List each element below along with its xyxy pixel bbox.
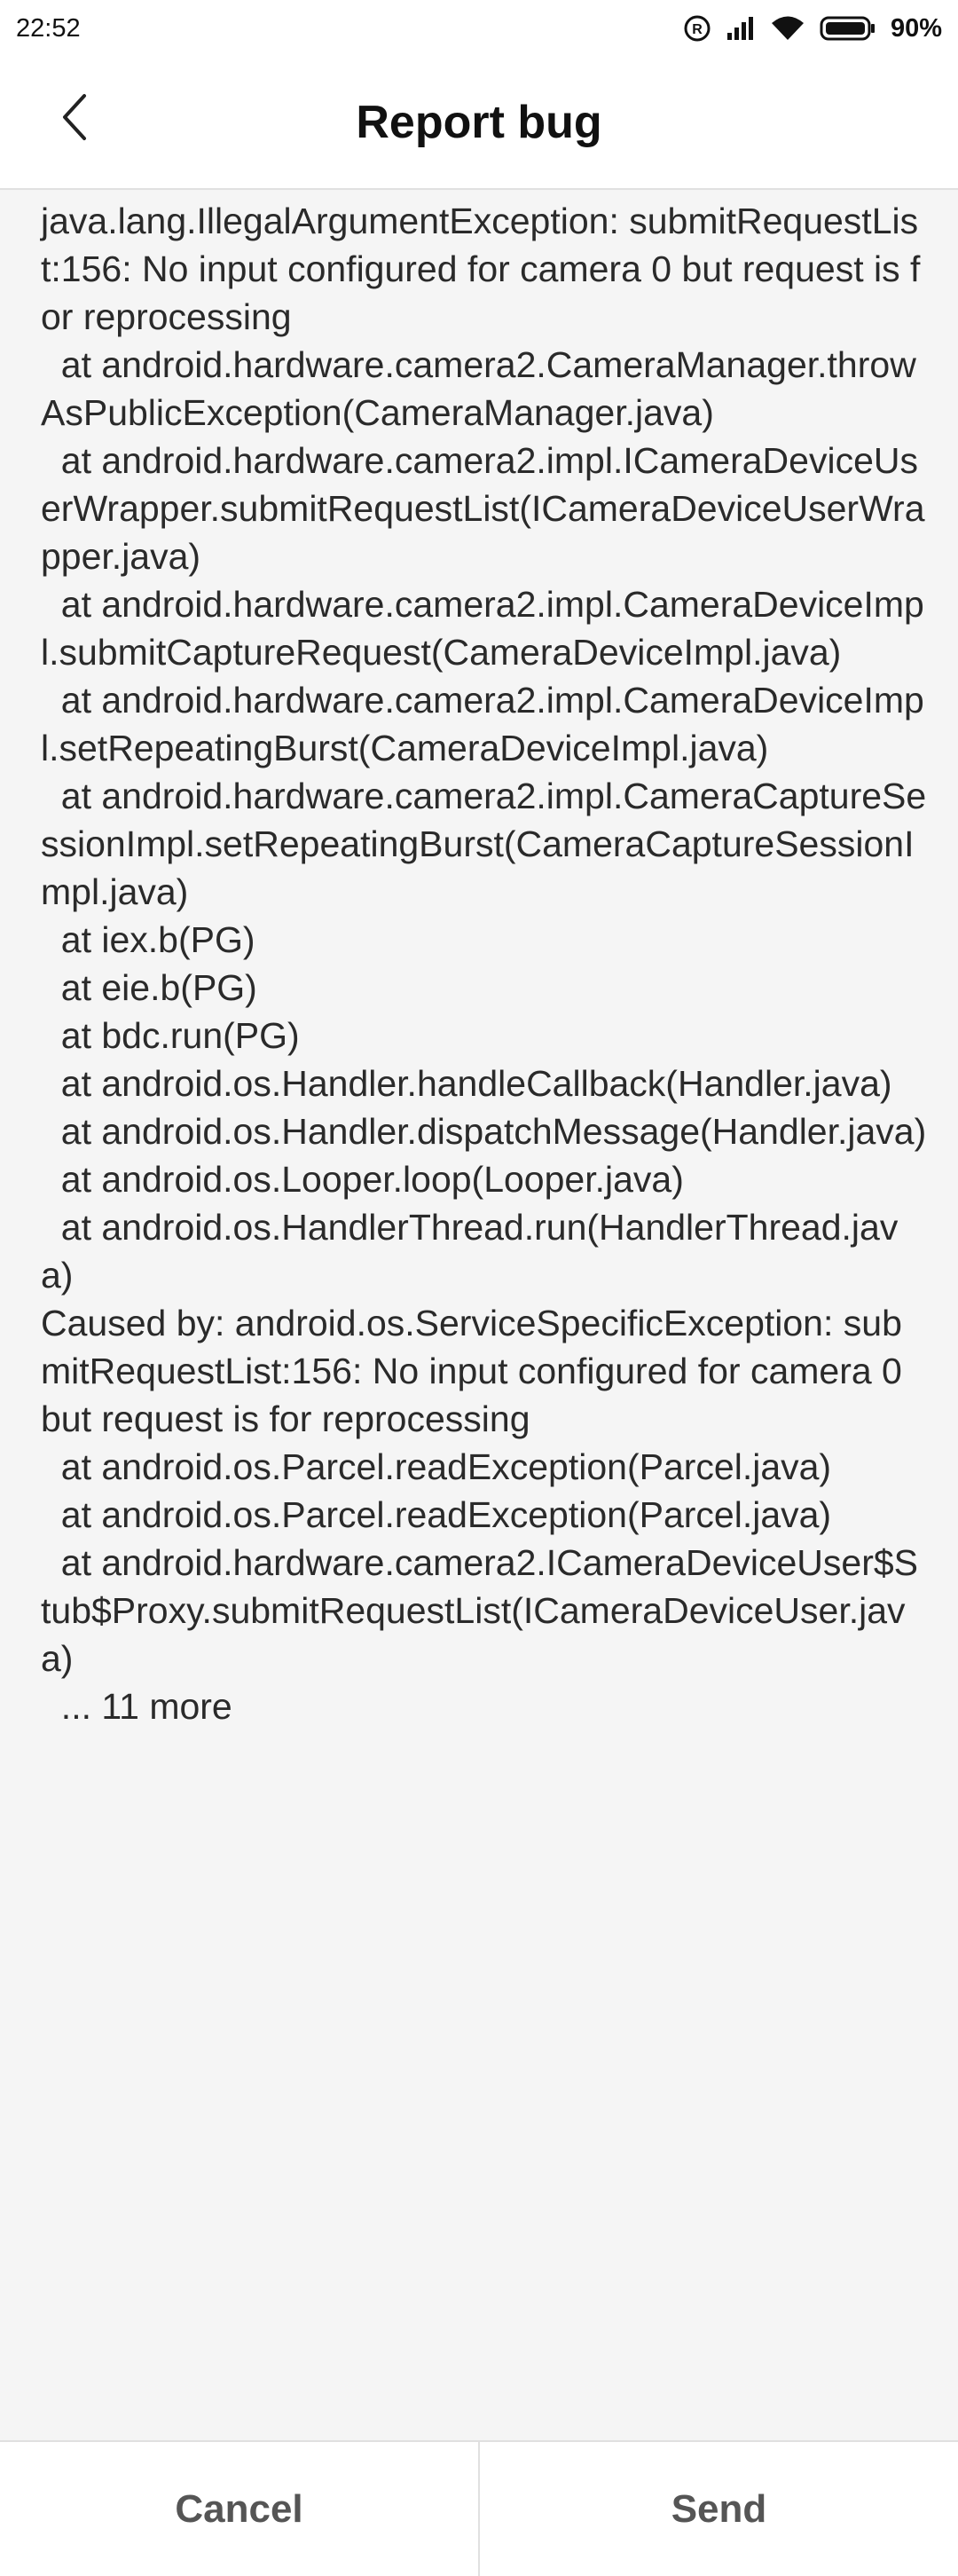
signal-icon [726,15,756,42]
battery-percent: 90% [890,13,942,43]
send-button[interactable]: Send [480,2442,958,2576]
page-title: Report bug [356,97,602,148]
header: Report bug [0,57,958,190]
status-icons: R 90% [683,14,942,43]
status-time: 22:52 [16,13,81,43]
battery-icon [820,15,876,42]
registered-icon: R [683,14,711,43]
wifi-icon [770,15,805,42]
svg-text:R: R [692,22,703,37]
cancel-button[interactable]: Cancel [0,2442,478,2576]
status-bar: 22:52 R 90% [0,0,958,57]
footer-bar: Cancel Send [0,2440,958,2576]
bug-report-content[interactable]: java.lang.IllegalArgumentException: subm… [0,190,958,2440]
stack-trace-text: java.lang.IllegalArgumentException: subm… [41,201,927,1727]
